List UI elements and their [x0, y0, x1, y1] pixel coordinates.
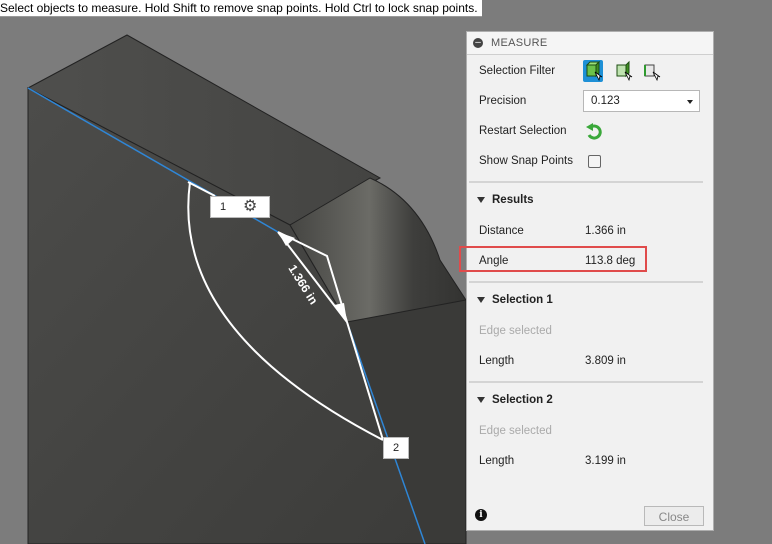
status-hint: Select objects to measure. Hold Shift to… [0, 0, 482, 17]
precision-row: Precision 0.123 [467, 87, 713, 117]
gear-icon[interactable]: ⚙ [243, 198, 257, 216]
show-snap-points-checkbox[interactable] [588, 155, 601, 168]
precision-dropdown[interactable]: 0.123 [583, 90, 700, 112]
selection1-length-row: Length 3.809 in [467, 347, 713, 377]
snap-point-number: 1 [220, 201, 227, 213]
collapse-triangle-icon [477, 397, 485, 403]
show-snap-points-label: Show Snap Points [479, 155, 573, 167]
restart-selection-row: Restart Selection [467, 117, 713, 147]
results-header: Results [492, 194, 534, 206]
divider [469, 181, 703, 183]
panel-title-bar: – MEASURE [467, 32, 713, 55]
selection1-status-row: Edge selected [467, 317, 713, 347]
selection1-status: Edge selected [479, 325, 552, 337]
divider [469, 281, 703, 283]
collapse-triangle-icon [477, 297, 485, 303]
selection-filter-label: Selection Filter [479, 65, 556, 77]
selection1-length-label: Length [479, 355, 515, 367]
panel-footer: i Close [467, 502, 713, 530]
precision-value: 0.123 [591, 95, 620, 107]
distance-row: Distance 1.366 in [467, 217, 713, 247]
selection2-section-header[interactable]: Selection 2 [467, 389, 713, 415]
close-button[interactable]: Close [644, 506, 704, 526]
selection-filter-row: Selection Filter [467, 57, 713, 87]
selection2-length-label: Length [479, 455, 515, 467]
selection1-section-header[interactable]: Selection 1 [467, 289, 713, 315]
angle-highlight-box [459, 246, 647, 272]
selection1-header: Selection 1 [492, 294, 553, 306]
selection2-status-row: Edge selected [467, 417, 713, 447]
filter-edge-icon[interactable] [641, 60, 661, 82]
show-snap-points-row: Show Snap Points [467, 147, 713, 177]
distance-value: 1.366 in [585, 225, 626, 237]
snap-point-number: 2 [392, 442, 400, 454]
panel-title: MEASURE [491, 37, 548, 49]
selection2-length-row: Length 3.199 in [467, 447, 713, 477]
filter-face-icon[interactable] [613, 60, 633, 82]
measure-panel: – MEASURE Selection Filter Precision 0.1… [466, 31, 714, 531]
distance-label: Distance [479, 225, 524, 237]
restart-selection-label: Restart Selection [479, 125, 567, 137]
selection1-length-value: 3.809 in [585, 355, 626, 367]
collapse-triangle-icon [477, 197, 485, 203]
snap-point-tag-2[interactable]: 2 [383, 437, 409, 459]
filter-body-icon[interactable] [583, 60, 603, 82]
divider [469, 381, 703, 383]
results-section-header[interactable]: Results [467, 189, 713, 215]
info-icon[interactable]: i [475, 509, 487, 521]
selection2-length-value: 3.199 in [585, 455, 626, 467]
selection2-header: Selection 2 [492, 394, 553, 406]
selection2-status: Edge selected [479, 425, 552, 437]
restart-icon[interactable] [585, 123, 603, 141]
chevron-down-icon [687, 100, 693, 104]
precision-label: Precision [479, 95, 527, 107]
snap-point-tag-1[interactable]: 1 ⚙ [210, 196, 270, 218]
collapse-icon[interactable]: – [473, 38, 483, 48]
